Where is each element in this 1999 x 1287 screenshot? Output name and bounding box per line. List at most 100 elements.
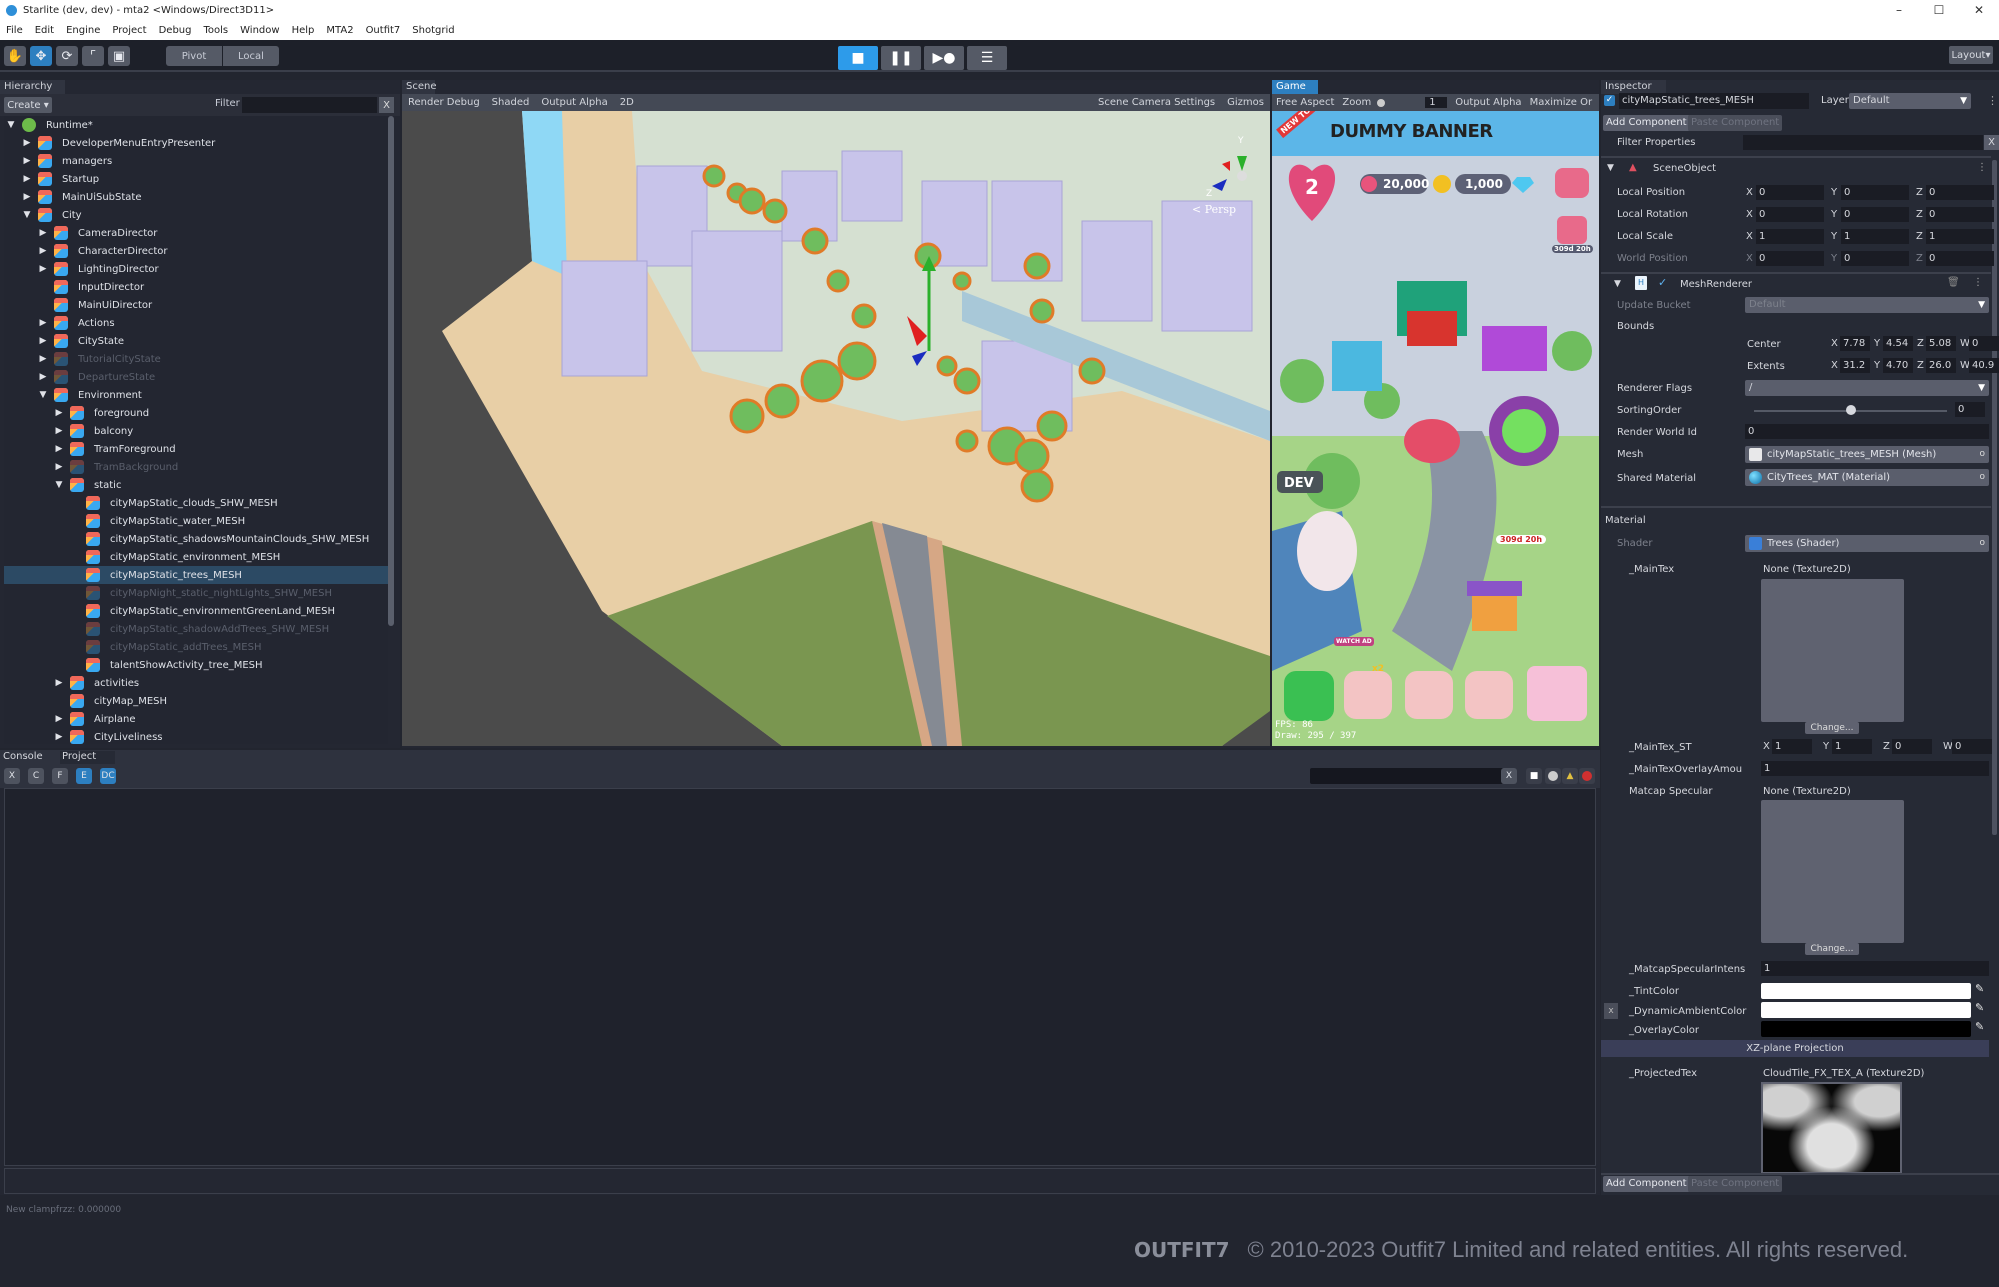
ambient-color-swatch[interactable] [1761, 1002, 1971, 1018]
hierarchy-item[interactable]: ▶ CityLiveliness [4, 728, 388, 744]
maintex-change-button[interactable]: Change... [1805, 722, 1859, 734]
transform-x-field[interactable]: 1 [1756, 229, 1824, 244]
object-picker-icon[interactable]: o [1979, 469, 1985, 486]
center-y-field[interactable]: 4.54 [1883, 336, 1913, 351]
shared-material-field[interactable]: CityTrees_MAT (Material) o [1745, 469, 1989, 486]
transform-y-field[interactable]: 0 [1841, 185, 1909, 200]
collapsed-arrow-icon[interactable]: ▶ [38, 318, 48, 328]
console-search-input[interactable] [1310, 768, 1504, 784]
transform-y-field[interactable]: 0 [1841, 207, 1909, 222]
menu-mta2[interactable]: MTA2 [326, 25, 353, 36]
hierarchy-item[interactable]: ▼ static [4, 476, 388, 494]
aspect-dropdown[interactable]: Free Aspect [1272, 97, 1338, 108]
shaded-dropdown[interactable]: Shaded [486, 97, 536, 108]
console-filter-dc[interactable]: DC [100, 768, 116, 784]
hierarchy-item[interactable]: cityMapStatic_environment_MESH [4, 548, 388, 566]
paste-component-button[interactable]: Paste Component [1688, 115, 1783, 131]
menu-edit[interactable]: Edit [35, 25, 54, 36]
play-menu-button[interactable]: ☰ [967, 46, 1007, 70]
hierarchy-item[interactable]: ▶ Airplane [4, 710, 388, 728]
maximize-on-play-toggle[interactable]: Maximize Or [1526, 97, 1597, 108]
menu-tools[interactable]: Tools [204, 25, 229, 36]
hand-tool-button[interactable]: ✋ [4, 46, 26, 66]
hierarchy-item[interactable]: cityMapStatic_environmentGreenLand_MESH [4, 602, 388, 620]
add-component-button-bottom[interactable]: Add Component [1603, 1176, 1690, 1192]
hierarchy-item[interactable]: cityMapNight_static_nightLights_SHW_MESH [4, 584, 388, 602]
collapsed-arrow-icon[interactable]: ▶ [38, 336, 48, 346]
hierarchy-item[interactable]: ▶ TutorialCityState [4, 350, 388, 368]
rotate-tool-button[interactable]: ⟳ [56, 46, 78, 66]
local-toggle[interactable]: Local [223, 46, 279, 66]
collapsed-arrow-icon[interactable]: ▶ [54, 714, 64, 724]
hierarchy-item[interactable]: InputDirector [4, 278, 388, 296]
hierarchy-item[interactable]: talentShowActivity_tree_MESH [4, 656, 388, 674]
menu-help[interactable]: Help [292, 25, 315, 36]
render-debug-button[interactable]: Render Debug [402, 97, 486, 108]
zoom-slider-handle[interactable] [1377, 98, 1386, 107]
transform-x-field[interactable]: 0 [1756, 185, 1824, 200]
transform-z-field[interactable]: 0 [1926, 207, 1994, 222]
console-input-area[interactable] [4, 1168, 1596, 1194]
maintex_st-z-field[interactable]: 0 [1892, 739, 1932, 754]
hierarchy-item[interactable]: ▼ Runtime* [4, 116, 388, 134]
extents-w-field[interactable]: 40.9 [1969, 358, 1999, 373]
projection-toggle[interactable]: < Persp [1192, 203, 1236, 216]
hierarchy-item[interactable]: cityMapStatic_clouds_SHW_MESH [4, 494, 388, 512]
sorting-order-field[interactable]: 0 [1955, 402, 1985, 417]
hierarchy-item[interactable]: MainUiDirector [4, 296, 388, 314]
minimize-button[interactable]: – [1879, 0, 1919, 20]
hierarchy-item[interactable]: ▶ CharacterDirector [4, 242, 388, 260]
collapsed-arrow-icon[interactable]: ▶ [54, 678, 64, 688]
collapsed-arrow-icon[interactable]: ▶ [38, 228, 48, 238]
hierarchy-item[interactable]: ▶ LightingDirector [4, 260, 388, 278]
output-alpha-toggle[interactable]: Output Alpha [1451, 97, 1525, 108]
log-icon[interactable]: ■ [1526, 768, 1542, 784]
hierarchy-item[interactable]: cityMapStatic_shadowsMountainClouds_SHW_… [4, 530, 388, 548]
maintex-overlay-field[interactable]: 1 [1761, 761, 1989, 776]
collapsed-arrow-icon[interactable]: ▶ [54, 408, 64, 418]
console-filter-c[interactable]: C [28, 768, 44, 784]
console-filter-e[interactable]: E [76, 768, 92, 784]
reset-ambient-button[interactable]: x [1604, 1003, 1618, 1019]
output-alpha-toggle[interactable]: Output Alpha [535, 97, 613, 108]
transform-y-field[interactable]: 0 [1841, 251, 1909, 266]
collapsed-arrow-icon[interactable]: ▶ [38, 264, 48, 274]
tab-hierarchy[interactable]: Hierarchy [0, 80, 65, 94]
render-world-field[interactable]: 0 [1745, 424, 1989, 439]
hierarchy-item[interactable]: cityMapStatic_water_MESH [4, 512, 388, 530]
matcap-preview[interactable] [1761, 800, 1904, 943]
add-component-button[interactable]: Add Component [1603, 115, 1690, 131]
object-name-field[interactable]: cityMapStatic_trees_MESH [1619, 93, 1809, 109]
scale-tool-button[interactable]: ⌜ [82, 46, 104, 66]
maintex_st-w-field[interactable]: 0 [1952, 739, 1992, 754]
extents-z-field[interactable]: 26.0 [1926, 358, 1956, 373]
collapsed-arrow-icon[interactable]: ▶ [54, 732, 64, 742]
hierarchy-item[interactable]: ▶ TramForeground [4, 440, 388, 458]
hierarchy-scrollbar[interactable] [388, 116, 394, 626]
filter-properties-input[interactable] [1743, 135, 1983, 150]
tab-inspector[interactable]: Inspector [1601, 80, 1666, 94]
hierarchy-item[interactable]: ▶ managers [4, 152, 388, 170]
info-icon[interactable] [1545, 768, 1561, 784]
clear-filter-button[interactable]: X [379, 97, 394, 113]
hierarchy-item[interactable]: ▶ DeveloperMenuEntryPresenter [4, 134, 388, 152]
collapsed-arrow-icon[interactable]: ▶ [38, 372, 48, 382]
collapsed-arrow-icon[interactable]: ▶ [38, 354, 48, 364]
maximize-button[interactable]: ☐ [1919, 0, 1959, 20]
dev-label[interactable]: DEV [1284, 476, 1314, 491]
clear-filter-properties-button[interactable]: X [1984, 135, 1999, 150]
transform-z-field[interactable]: 1 [1926, 229, 1994, 244]
hierarchy-item[interactable]: ▶ Actions [4, 314, 388, 332]
eyedropper-icon[interactable]: ✎ [1975, 1020, 1984, 1033]
expanded-arrow-icon[interactable]: ▼ [54, 480, 64, 490]
collapsed-arrow-icon[interactable]: ▶ [22, 174, 32, 184]
center-z-field[interactable]: 5.08 [1926, 336, 1956, 351]
2d-toggle[interactable]: 2D [614, 97, 640, 108]
matcap-change-button[interactable]: Change... [1805, 943, 1859, 955]
hierarchy-item[interactable]: ▶ Startup [4, 170, 388, 188]
create-button[interactable]: Create ▾ [4, 97, 52, 113]
hierarchy-filter-input[interactable] [242, 97, 377, 113]
tab-game[interactable]: Game [1272, 80, 1318, 94]
collapsed-arrow-icon[interactable]: ▶ [54, 426, 64, 436]
expanded-arrow-icon[interactable]: ▼ [22, 210, 32, 220]
